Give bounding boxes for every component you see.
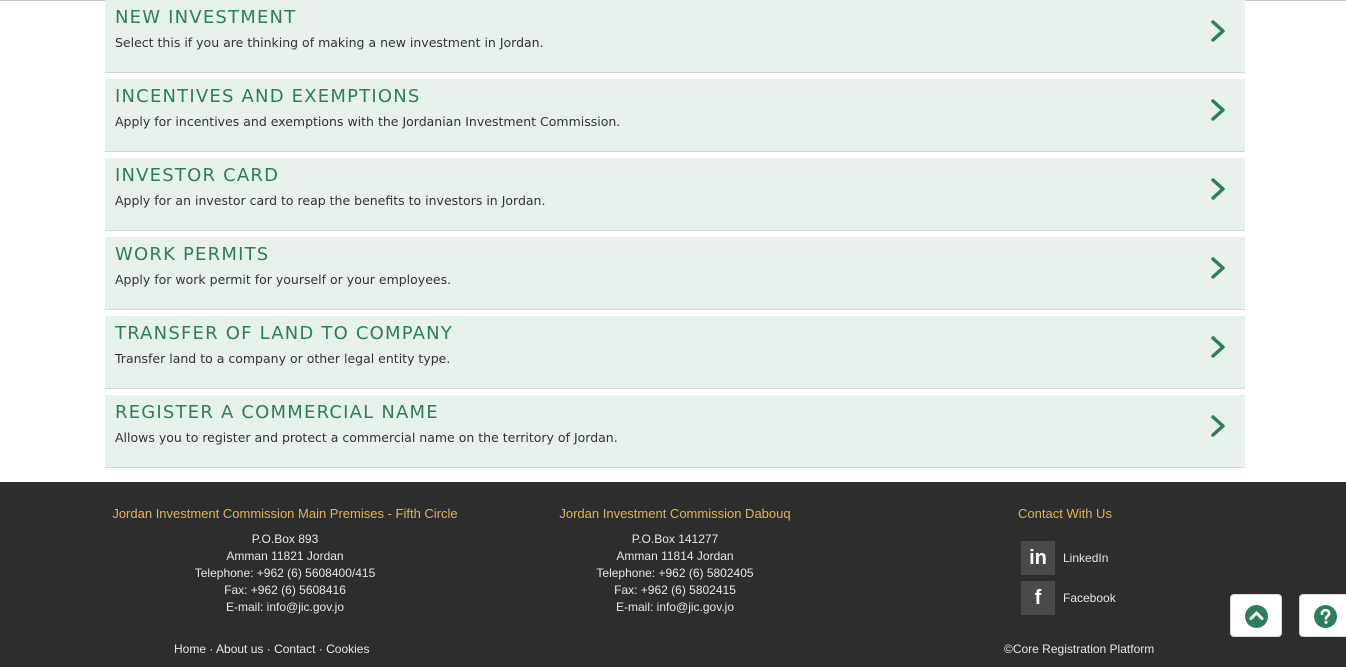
service-card-commercial-name[interactable]: REGISTER A COMMERCIAL NAME Allows you to… — [105, 395, 1245, 468]
question-circle-icon — [1314, 605, 1337, 628]
footer-link-home[interactable]: Home — [174, 642, 206, 656]
footer-dabouq: Jordan Investment Commission Dabouq P.O.… — [535, 482, 815, 616]
linkedin-label: LinkedIn — [1063, 551, 1109, 565]
service-card-investor-card[interactable]: INVESTOR CARD Apply for an investor card… — [105, 158, 1245, 231]
footer-heading: Jordan Investment Commission Main Premis… — [112, 506, 458, 521]
link-separator: · — [206, 642, 217, 656]
chevron-right-icon[interactable] — [1209, 177, 1227, 201]
footer-link-about[interactable]: About us — [216, 642, 263, 656]
facebook-link[interactable]: f Facebook — [1021, 581, 1161, 615]
help-button[interactable] — [1299, 594, 1346, 637]
footer: Jordan Investment Commission Main Premis… — [0, 482, 1346, 667]
service-card-transfer-land[interactable]: TRANSFER OF LAND TO COMPANY Transfer lan… — [105, 316, 1245, 389]
address-line: P.O.Box 141277 — [631, 532, 719, 546]
telephone-line: Telephone: +962 (6) 5608400/415 — [194, 566, 376, 580]
chevron-right-icon[interactable] — [1209, 98, 1227, 122]
address-line: P.O.Box 893 — [251, 532, 319, 546]
address-line: Amman 11821 Jordan — [226, 549, 344, 563]
footer-link-cookies[interactable]: Cookies — [326, 642, 369, 656]
service-title: INCENTIVES AND EXEMPTIONS — [115, 86, 421, 107]
chevron-right-icon[interactable] — [1209, 19, 1227, 43]
service-card-new-investment[interactable]: NEW INVESTMENT Select this if you are th… — [105, 0, 1245, 73]
facebook-label: Facebook — [1063, 591, 1116, 605]
service-title: TRANSFER OF LAND TO COMPANY — [115, 323, 454, 344]
fax-line: Fax: +962 (6) 5608416 — [224, 583, 346, 597]
services-list: NEW INVESTMENT Select this if you are th… — [105, 0, 1245, 474]
link-separator: · — [315, 642, 327, 656]
scroll-to-top-button[interactable] — [1230, 594, 1282, 637]
footer-contact: Contact With Us — [985, 482, 1145, 531]
email-line[interactable]: E-mail: info@jic.gov.jo — [105, 599, 465, 616]
service-description: Apply for work permit for yourself or yo… — [115, 272, 452, 287]
footer-link-contact[interactable]: Contact — [274, 642, 315, 656]
footer-heading: Jordan Investment Commission Dabouq — [559, 506, 791, 521]
linkedin-icon: in — [1021, 541, 1055, 575]
footer-heading: Contact With Us — [1018, 506, 1112, 521]
chevron-right-icon[interactable] — [1209, 335, 1227, 359]
service-description: Apply for an investor card to reap the b… — [115, 193, 546, 208]
service-title: REGISTER A COMMERCIAL NAME — [115, 402, 439, 423]
service-card-work-permits[interactable]: WORK PERMITS Apply for work permit for y… — [105, 237, 1245, 310]
arrow-up-circle-icon — [1245, 605, 1268, 628]
chevron-right-icon[interactable] — [1209, 414, 1227, 438]
service-title: INVESTOR CARD — [115, 165, 280, 186]
email-line[interactable]: E-mail: info@jic.gov.jo — [535, 599, 815, 616]
service-description: Select this if you are thinking of makin… — [115, 35, 544, 50]
service-title: WORK PERMITS — [115, 244, 270, 265]
fax-line: Fax: +962 (6) 5802415 — [614, 583, 736, 597]
service-description: Apply for incentives and exemptions with… — [115, 114, 621, 129]
service-title: NEW INVESTMENT — [115, 7, 297, 28]
service-description: Allows you to register and protect a com… — [115, 430, 618, 445]
service-card-incentives[interactable]: INCENTIVES AND EXEMPTIONS Apply for ince… — [105, 79, 1245, 152]
link-separator: · — [263, 642, 275, 656]
address-line: Amman 11814 Jordan — [616, 549, 734, 563]
footer-links: Home · About us · Contact · Cookies — [174, 642, 369, 656]
facebook-icon: f — [1021, 581, 1055, 615]
footer-main-premises: Jordan Investment Commission Main Premis… — [105, 482, 465, 616]
copyright: ©Core Registration Platform — [1004, 642, 1155, 656]
telephone-line: Telephone: +962 (6) 5802405 — [596, 566, 754, 580]
service-description: Transfer land to a company or other lega… — [115, 351, 451, 366]
linkedin-link[interactable]: in LinkedIn — [1021, 541, 1161, 575]
chevron-right-icon[interactable] — [1209, 256, 1227, 280]
